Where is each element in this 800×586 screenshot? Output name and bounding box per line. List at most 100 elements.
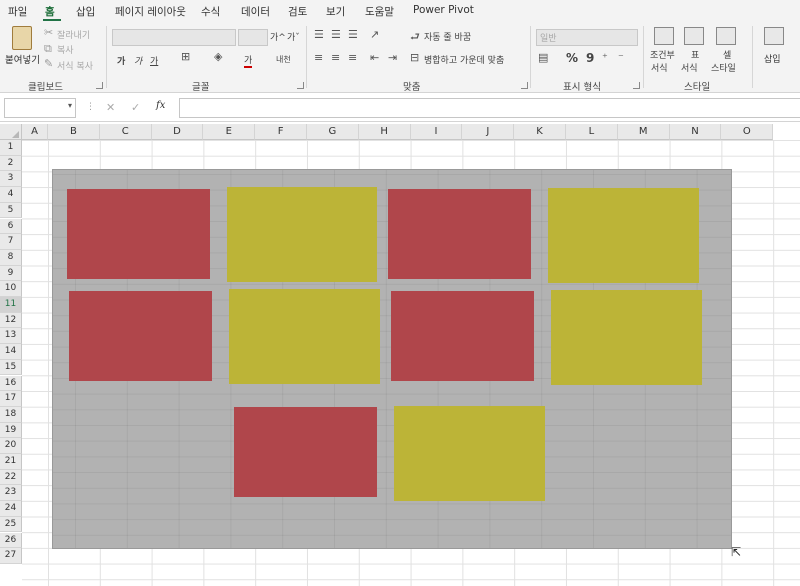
row-header-16[interactable]: 16 bbox=[0, 375, 22, 392]
accounting-format-icon[interactable]: ▤ bbox=[538, 51, 548, 64]
insert-function-icon[interactable]: fx bbox=[156, 100, 165, 111]
yellow-rectangle[interactable] bbox=[394, 406, 545, 501]
column-header-l[interactable]: L bbox=[566, 124, 618, 140]
row-header-17[interactable]: 17 bbox=[0, 391, 22, 407]
row-header-14[interactable]: 14 bbox=[0, 344, 22, 360]
enter-icon[interactable]: ✓ bbox=[131, 101, 140, 114]
yellow-rectangle[interactable] bbox=[229, 289, 380, 384]
column-header-b[interactable]: B bbox=[48, 124, 100, 140]
yellow-rectangle[interactable] bbox=[548, 188, 699, 283]
red-rectangle[interactable] bbox=[67, 189, 210, 279]
row-header-15[interactable]: 15 bbox=[0, 359, 22, 376]
tab-home[interactable]: 홈 bbox=[45, 4, 55, 19]
row-header-1[interactable]: 1 bbox=[0, 140, 22, 156]
column-header-a[interactable]: A bbox=[22, 124, 48, 140]
paste-icon[interactable] bbox=[12, 26, 32, 50]
row-header-7[interactable]: 7 bbox=[0, 234, 22, 250]
font-size-dropdown[interactable] bbox=[238, 29, 268, 46]
bold-button[interactable]: 가 bbox=[117, 54, 125, 67]
orientation-icon[interactable]: ↗ bbox=[370, 28, 379, 41]
shrink-font-button[interactable]: 가ˇ bbox=[287, 30, 300, 43]
clipboard-launcher-icon[interactable] bbox=[96, 82, 103, 89]
gray-background-shape[interactable] bbox=[52, 169, 732, 549]
grow-font-button[interactable]: 가^ bbox=[270, 30, 286, 43]
column-header-h[interactable]: H bbox=[358, 124, 411, 140]
column-header-o[interactable]: O bbox=[721, 124, 774, 140]
row-header-20[interactable]: 20 bbox=[0, 438, 22, 454]
paste-button[interactable]: 붙여넣기 bbox=[5, 52, 40, 66]
align-right-icon[interactable]: ≡ bbox=[348, 51, 357, 64]
red-rectangle[interactable] bbox=[388, 189, 531, 279]
number-launcher-icon[interactable] bbox=[633, 82, 640, 89]
insert-cells-button[interactable]: 삽입 bbox=[764, 52, 781, 65]
row-header-24[interactable]: 24 bbox=[0, 501, 22, 517]
tab-data[interactable]: 데이터 bbox=[241, 4, 270, 19]
column-header-n[interactable]: N bbox=[669, 124, 722, 140]
alignment-launcher-icon[interactable] bbox=[521, 82, 528, 89]
row-header-18[interactable]: 18 bbox=[0, 406, 22, 423]
tab-file[interactable]: 파일 bbox=[8, 4, 27, 19]
row-header-6[interactable]: 6 bbox=[0, 218, 22, 235]
red-rectangle[interactable] bbox=[391, 291, 534, 381]
decrease-indent-icon[interactable]: ⇤ bbox=[370, 51, 379, 64]
row-header-13[interactable]: 13 bbox=[0, 328, 22, 345]
border-icon[interactable]: ⊞ bbox=[181, 50, 190, 63]
format-painter-button[interactable]: 서식 복사 bbox=[57, 59, 93, 72]
fill-color-icon[interactable]: ◈ bbox=[214, 50, 222, 63]
yellow-rectangle[interactable] bbox=[227, 187, 377, 282]
row-header-25[interactable]: 25 bbox=[0, 516, 22, 533]
row-header-2[interactable]: 2 bbox=[0, 155, 22, 172]
column-header-i[interactable]: I bbox=[410, 124, 463, 140]
increase-indent-icon[interactable]: ⇥ bbox=[388, 51, 397, 64]
number-format-dropdown[interactable]: 일반 bbox=[536, 29, 638, 46]
row-header-23[interactable]: 23 bbox=[0, 485, 22, 502]
row-header-3[interactable]: 3 bbox=[0, 171, 22, 188]
name-box[interactable]: ▾ bbox=[4, 98, 76, 118]
underline-button[interactable]: 가 bbox=[150, 54, 158, 67]
tab-review[interactable]: 검토 bbox=[288, 4, 307, 19]
column-header-c[interactable]: C bbox=[99, 124, 152, 140]
font-launcher-icon[interactable] bbox=[297, 82, 304, 89]
format-as-table-button-line2[interactable]: 서식 bbox=[681, 61, 698, 74]
column-header-g[interactable]: G bbox=[307, 124, 359, 140]
tab-formulas[interactable]: 수식 bbox=[201, 4, 220, 19]
cell-styles-button[interactable]: 셀 bbox=[723, 48, 731, 61]
conditional-format-button-line2[interactable]: 서식 bbox=[651, 61, 668, 74]
cut-button[interactable]: 잘라내기 bbox=[57, 28, 90, 41]
tab-insert[interactable]: 삽입 bbox=[76, 4, 95, 19]
column-header-k[interactable]: K bbox=[514, 124, 566, 140]
red-rectangle[interactable] bbox=[234, 407, 377, 497]
name-box-dropdown-icon[interactable]: ▾ bbox=[68, 101, 72, 110]
row-header-9[interactable]: 9 bbox=[0, 265, 22, 282]
column-header-j[interactable]: J bbox=[462, 124, 515, 140]
row-header-5[interactable]: 5 bbox=[0, 202, 22, 219]
row-header-11[interactable]: 11 bbox=[0, 297, 22, 313]
column-header-d[interactable]: D bbox=[151, 124, 204, 140]
wrap-text-button[interactable]: 자동 줄 바꿈 bbox=[424, 30, 471, 43]
decrease-decimal-icon[interactable]: ⁻ bbox=[618, 51, 624, 64]
row-header-4[interactable]: 4 bbox=[0, 187, 22, 203]
tab-view[interactable]: 보기 bbox=[326, 4, 345, 19]
align-center-icon[interactable]: ≡ bbox=[331, 51, 340, 64]
cell-styles-button-line2[interactable]: 스타일 bbox=[711, 61, 736, 74]
tab-power-pivot[interactable]: Power Pivot bbox=[413, 4, 474, 16]
phonetic-button[interactable]: 내천 bbox=[276, 54, 291, 65]
conditional-format-button[interactable]: 조건부 bbox=[650, 48, 675, 61]
align-left-icon[interactable]: ≡ bbox=[314, 51, 323, 64]
yellow-rectangle[interactable] bbox=[551, 290, 702, 385]
align-top-icon[interactable]: ☰ bbox=[314, 28, 324, 41]
row-header-8[interactable]: 8 bbox=[0, 249, 22, 266]
row-header-27[interactable]: 27 bbox=[0, 548, 22, 564]
merge-center-button[interactable]: 병합하고 가운데 맞춤 bbox=[424, 53, 504, 66]
row-header-26[interactable]: 26 bbox=[0, 532, 22, 549]
increase-decimal-icon[interactable]: ⁺ bbox=[602, 51, 608, 64]
tab-help[interactable]: 도움말 bbox=[365, 4, 394, 19]
tab-page-layout[interactable]: 페이지 레이아웃 bbox=[115, 4, 186, 19]
row-header-10[interactable]: 10 bbox=[0, 281, 22, 297]
red-rectangle[interactable] bbox=[69, 291, 212, 381]
row-header-12[interactable]: 12 bbox=[0, 312, 22, 329]
font-color-button[interactable]: 가 bbox=[244, 53, 253, 68]
column-header-m[interactable]: M bbox=[617, 124, 670, 140]
format-as-table-button[interactable]: 표 bbox=[691, 48, 699, 61]
row-header-21[interactable]: 21 bbox=[0, 454, 22, 470]
